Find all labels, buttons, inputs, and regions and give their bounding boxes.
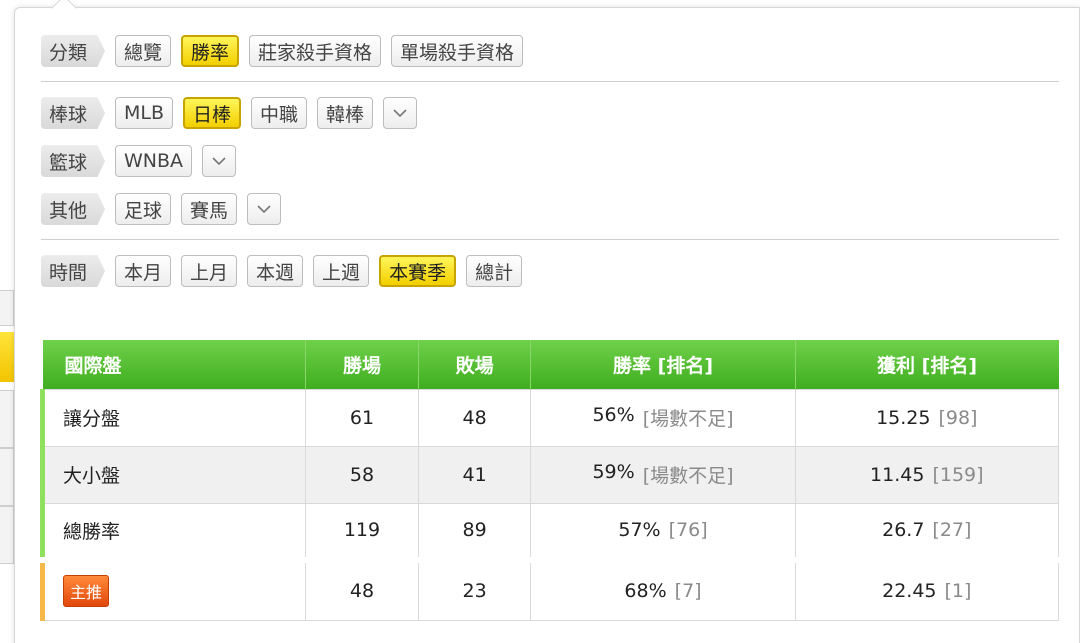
profit-value: 15.25 <box>876 406 931 429</box>
featured-badge: 主推 <box>63 575 110 608</box>
winrate-rank: [場數不足] <box>642 465 734 487</box>
row-losses: 23 <box>417 557 532 621</box>
basketball-more-dropdown[interactable] <box>202 145 237 177</box>
time-total-button[interactable]: 總計 <box>466 255 523 287</box>
row-name: 讓分盤 <box>39 388 307 447</box>
time-this-month-button[interactable]: 本月 <box>115 255 172 287</box>
table-row: 讓分盤 61 48 56% [場數不足] 15.25 [98] <box>39 388 1060 447</box>
winrate-rank: [7] <box>674 580 702 603</box>
row-winrate: 59% [場數不足] <box>530 445 796 504</box>
row-winrate: 57% [76] <box>530 502 796 561</box>
row-losses: 48 <box>417 388 532 447</box>
table-row: 大小盤 58 41 59% [場數不足] 11.45 [159] <box>39 445 1060 504</box>
winrate-rank: [76] <box>668 519 708 542</box>
profit-rank: [159] <box>932 463 984 486</box>
time-last-week-button[interactable]: 上週 <box>313 255 370 287</box>
other-more-dropdown[interactable] <box>247 193 282 225</box>
row-name: 大小盤 <box>39 445 307 504</box>
time-last-month-button[interactable]: 上月 <box>181 255 238 287</box>
other-horse-racing-button[interactable]: 賽馬 <box>181 193 238 225</box>
row-name: 總勝率 <box>39 502 307 561</box>
baseball-kbo-button[interactable]: 韓棒 <box>317 97 374 129</box>
row-wins: 119 <box>305 502 419 561</box>
category-overview-button[interactable]: 總覽 <box>115 35 172 67</box>
chevron-down-icon <box>257 204 271 213</box>
sidebar-item <box>0 290 14 326</box>
time-this-season-button[interactable]: 本賽季 <box>379 255 457 287</box>
basketball-label: 籃球 <box>41 145 105 177</box>
baseball-npb-button[interactable]: 日棒 <box>183 97 242 129</box>
profit-rank: [98] <box>938 406 978 429</box>
row-profit: 22.45 [1] <box>794 557 1060 621</box>
time-row: 時間 本月 上月 本週 上週 本賽季 總計 <box>41 254 523 288</box>
row-winrate: 56% [場數不足] <box>530 388 796 447</box>
background-sidebar <box>0 290 26 643</box>
winrate-value: 68% <box>624 580 667 603</box>
profit-value: 22.45 <box>882 580 937 603</box>
profit-rank: [1] <box>944 580 972 603</box>
baseball-row: 棒球 MLB 日棒 中職 韓棒 <box>41 96 418 130</box>
header-winrate: 勝率 [排名] <box>530 340 796 389</box>
category-label: 分類 <box>41 35 105 67</box>
sidebar-item <box>0 448 14 506</box>
table-row-featured: 主推 48 23 68% [7] 22.45 [1] <box>39 557 1060 621</box>
table-row: 總勝率 119 89 57% [76] 26.7 [27] <box>39 502 1060 561</box>
sidebar-item <box>0 506 14 564</box>
stats-table: 國際盤 勝場 敗場 勝率 [排名] 獲利 [排名] 讓分盤 61 48 56% [… <box>39 340 1060 621</box>
basketball-wnba-button[interactable]: WNBA <box>115 145 193 177</box>
row-wins: 61 <box>305 388 419 447</box>
divider <box>41 81 1059 82</box>
row-losses: 41 <box>417 445 532 504</box>
time-label: 時間 <box>41 255 105 287</box>
profit-value: 26.7 <box>882 519 925 542</box>
header-profit: 獲利 [排名] <box>795 340 1059 389</box>
basketball-row: 籃球 WNBA <box>41 144 237 178</box>
header-wins: 勝場 <box>305 340 419 389</box>
header-market: 國際盤 <box>42 340 307 389</box>
row-wins: 58 <box>305 445 419 504</box>
popup-caret <box>51 0 77 21</box>
chevron-down-icon <box>393 108 407 117</box>
other-label: 其他 <box>41 193 105 225</box>
profit-value: 11.45 <box>870 463 925 486</box>
baseball-label: 棒球 <box>41 97 105 129</box>
winrate-value: 59% <box>592 461 635 483</box>
winrate-rank: [場數不足] <box>642 408 734 430</box>
sidebar-item <box>0 390 14 448</box>
baseball-cpbl-button[interactable]: 中職 <box>251 97 308 129</box>
row-wins: 48 <box>305 557 419 621</box>
category-row: 分類 總覽 勝率 莊家殺手資格 單場殺手資格 <box>41 34 524 68</box>
row-losses: 89 <box>417 502 532 561</box>
row-profit: 11.45 [159] <box>794 445 1060 504</box>
other-soccer-button[interactable]: 足球 <box>115 193 172 225</box>
chevron-down-icon <box>212 156 226 165</box>
other-row: 其他 足球 賽馬 <box>41 192 282 226</box>
row-name: 主推 <box>39 557 307 621</box>
winrate-value: 57% <box>618 519 661 542</box>
divider <box>41 239 1059 240</box>
row-profit: 26.7 [27] <box>794 502 1060 561</box>
baseball-mlb-button[interactable]: MLB <box>115 97 174 129</box>
row-winrate: 68% [7] <box>530 557 796 621</box>
table-header-row: 國際盤 勝場 敗場 勝率 [排名] 獲利 [排名] <box>42 340 1059 389</box>
header-losses: 敗場 <box>418 340 532 389</box>
baseball-more-dropdown[interactable] <box>383 97 418 129</box>
row-profit: 15.25 [98] <box>794 388 1060 447</box>
category-bookie-killer-button[interactable]: 莊家殺手資格 <box>249 35 382 67</box>
category-winrate-button[interactable]: 勝率 <box>181 35 240 67</box>
category-single-killer-button[interactable]: 單場殺手資格 <box>391 35 524 67</box>
winrate-value: 56% <box>592 404 635 426</box>
time-this-week-button[interactable]: 本週 <box>247 255 304 287</box>
profit-rank: [27] <box>932 519 972 542</box>
